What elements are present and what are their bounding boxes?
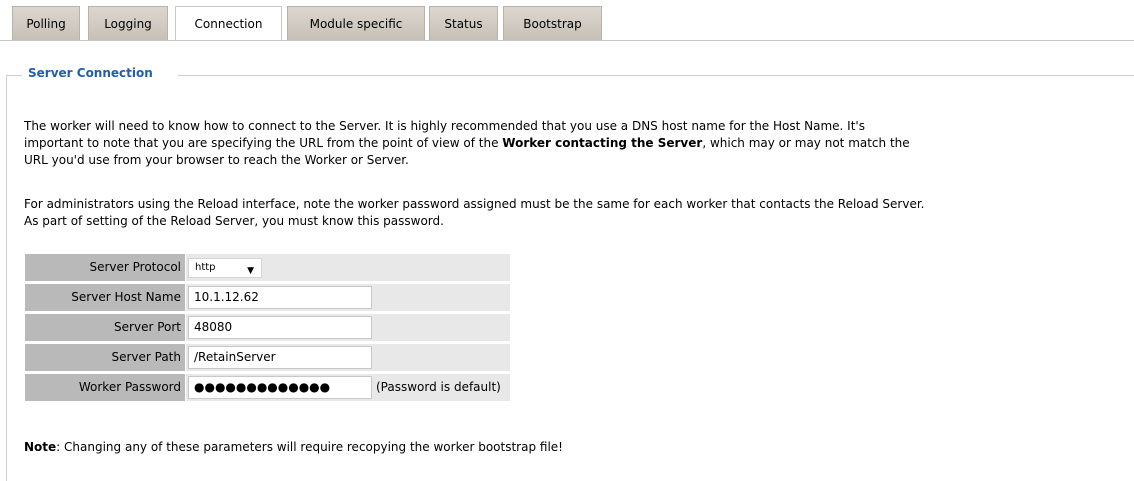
- server-port-input[interactable]: 48080: [188, 316, 372, 339]
- row-server-path: Server Path /RetainServer: [24, 343, 510, 372]
- server-host-label: Server Host Name: [25, 284, 185, 311]
- tab-label: Connection: [194, 17, 263, 31]
- worker-password-label: Worker Password: [25, 374, 185, 401]
- field-cell: /RetainServer: [186, 344, 510, 371]
- admin-paragraph: For administrators using the Reload inte…: [24, 196, 1124, 230]
- tab-module-specific[interactable]: Module specific: [287, 6, 425, 40]
- tab-divider: [0, 40, 1134, 41]
- server-path-input[interactable]: /RetainServer: [188, 346, 372, 369]
- tab-bootstrap[interactable]: Bootstrap: [503, 6, 602, 40]
- row-server-host: Server Host Name 10.1.12.62: [24, 283, 510, 312]
- select-value: http: [195, 262, 216, 273]
- row-worker-password: Worker Password ●●●●●●●●●●●●● (Password …: [24, 373, 510, 402]
- tab-label: Logging: [104, 17, 152, 31]
- tab-logging[interactable]: Logging: [88, 6, 168, 40]
- note-text: Note: Changing any of these parameters w…: [24, 440, 563, 454]
- note-label: Note: [24, 440, 57, 454]
- admin-line: For administrators using the Reload inte…: [24, 197, 925, 211]
- section-title: Server Connection: [28, 66, 153, 80]
- tab-connection[interactable]: Connection: [175, 6, 282, 41]
- worker-password-input[interactable]: ●●●●●●●●●●●●●: [188, 376, 372, 399]
- tab-label: Module specific: [309, 17, 403, 31]
- intro-line: URL you'd use from your browser to reach…: [24, 153, 409, 167]
- tab-polling[interactable]: Polling: [12, 6, 80, 40]
- field-cell: ●●●●●●●●●●●●● (Password is default): [186, 374, 510, 401]
- fieldset-border: [6, 75, 22, 76]
- fieldset-border: [6, 75, 7, 481]
- server-port-label: Server Port: [25, 314, 185, 341]
- intro-line: important to note that you are specifyin…: [24, 135, 1124, 152]
- tab-label: Polling: [26, 17, 66, 31]
- server-host-input[interactable]: 10.1.12.62: [188, 286, 372, 309]
- tab-label: Status: [444, 17, 483, 31]
- admin-line: As part of setting of the Reload Server,…: [24, 214, 444, 228]
- server-path-label: Server Path: [25, 344, 185, 371]
- fieldset-border: [178, 75, 1134, 76]
- intro-paragraph: The worker will need to know how to conn…: [24, 118, 1124, 169]
- intro-line: The worker will need to know how to conn…: [24, 119, 865, 133]
- server-protocol-select[interactable]: http ▼: [188, 258, 262, 278]
- intro-text: , which may or may not match the: [702, 136, 910, 150]
- password-hint: (Password is default): [376, 380, 501, 394]
- note-body: : Changing any of these parameters will …: [56, 440, 563, 454]
- row-server-protocol: Server Protocol http ▼: [24, 253, 510, 282]
- chevron-down-icon: ▼: [247, 266, 254, 276]
- server-protocol-label: Server Protocol: [25, 254, 185, 281]
- tab-label: Bootstrap: [523, 17, 582, 31]
- intro-text: important to note that you are specifyin…: [24, 136, 503, 150]
- field-cell: http ▼: [186, 254, 510, 281]
- tab-bar: Polling Logging Connection Module specif…: [0, 0, 1134, 41]
- field-cell: 10.1.12.62: [186, 284, 510, 311]
- tab-status[interactable]: Status: [429, 6, 498, 40]
- field-cell: 48080: [186, 314, 510, 341]
- intro-bold: Worker contacting the Server: [502, 136, 703, 150]
- row-server-port: Server Port 48080: [24, 313, 510, 342]
